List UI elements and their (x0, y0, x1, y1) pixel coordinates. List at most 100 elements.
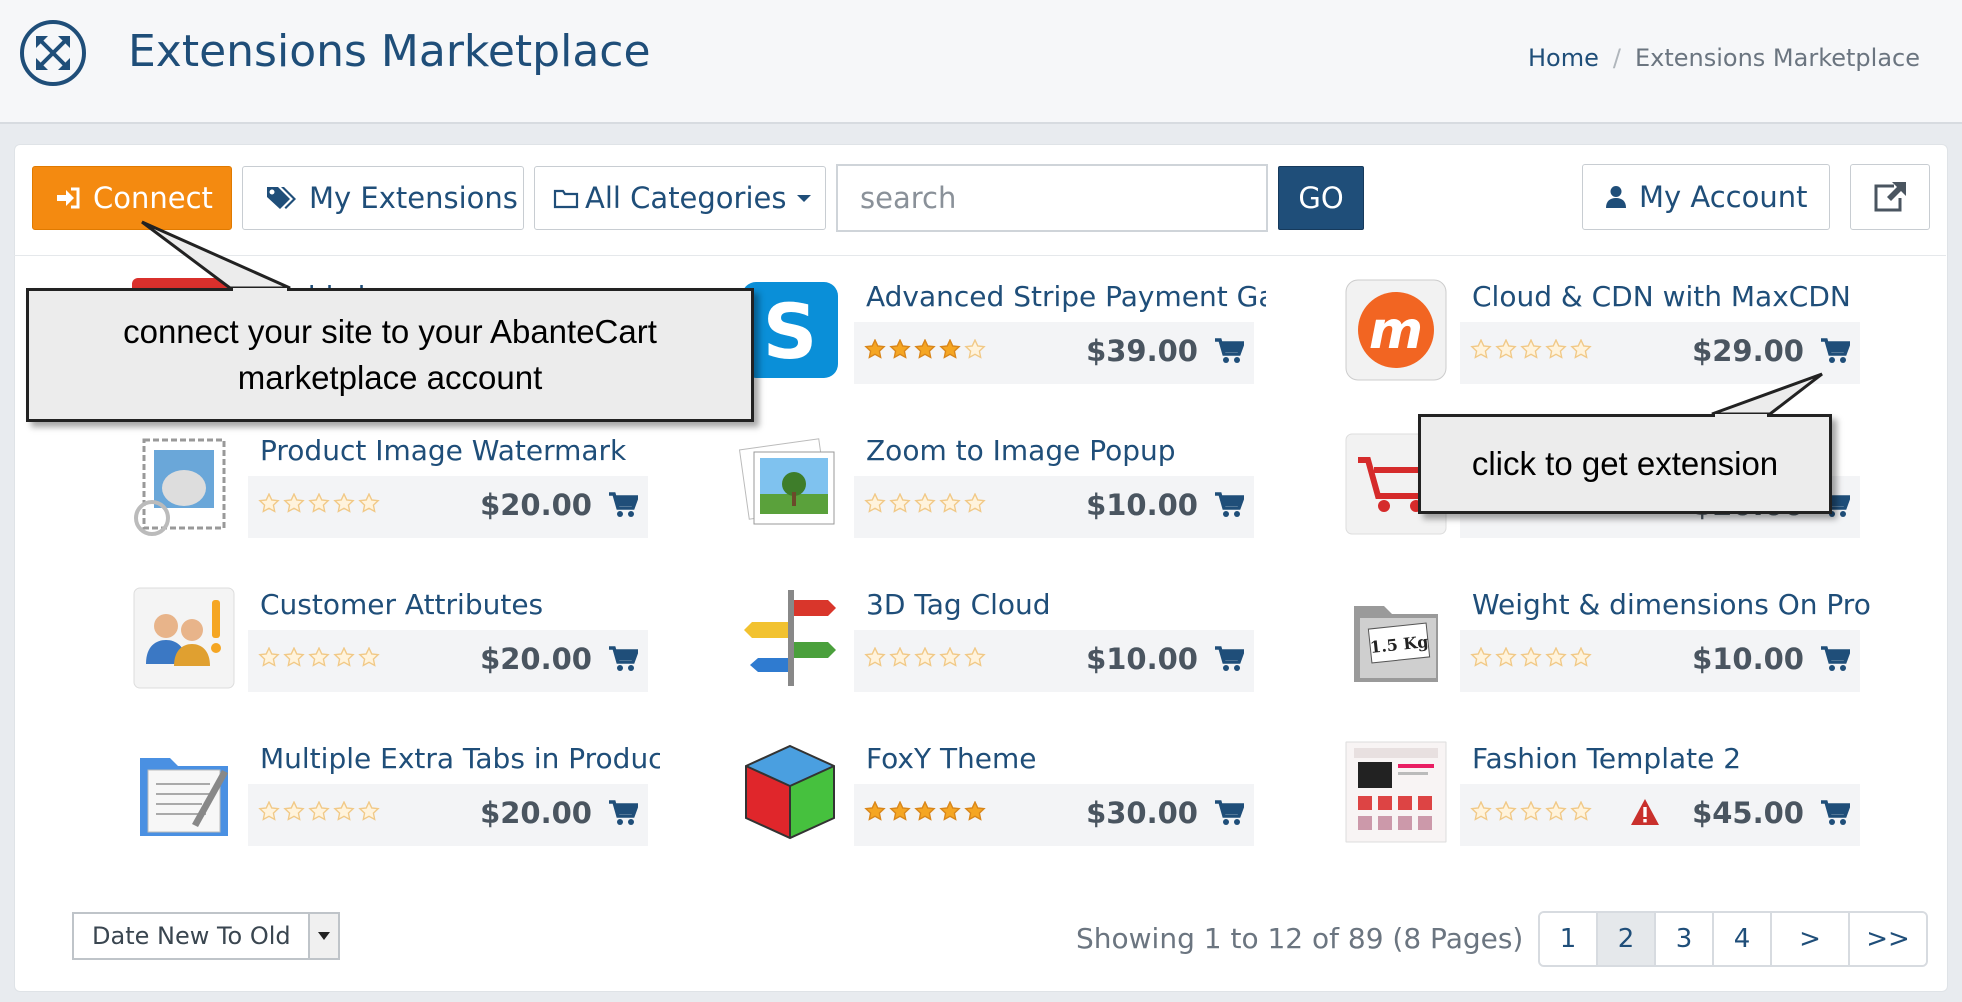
watermark-stamp-icon[interactable] (132, 432, 236, 536)
rating-star-icon (308, 801, 330, 821)
breadcrumb-home-link[interactable]: Home (1528, 44, 1599, 72)
rating-star-icon (1520, 647, 1542, 667)
rating-star-icon (1470, 801, 1492, 821)
my-account-label: My Account (1639, 180, 1808, 214)
extension-title[interactable]: 3D Tag Cloud (866, 588, 1266, 621)
extension-card[interactable]: 1.5 Kg Weight & dimensions On Product $10.… (1344, 586, 1872, 696)
external-link-button[interactable] (1850, 164, 1930, 230)
shopping-cart-icon[interactable] (1214, 492, 1246, 522)
rating-star-icon (258, 647, 280, 667)
rating-star-icon (889, 801, 911, 821)
search-input[interactable] (836, 164, 1268, 232)
extension-card[interactable]: 3D Tag Cloud $10.00 (738, 586, 1258, 696)
fashion-template-icon[interactable] (1344, 740, 1448, 844)
extension-card[interactable]: Product Image Watermark $20.00 (132, 432, 652, 542)
extension-price-bar: $45.00 (1460, 784, 1860, 846)
rating-stars (864, 801, 986, 821)
rating-star-icon (1570, 339, 1592, 359)
rating-star-icon (889, 647, 911, 667)
rating-star-icon (308, 493, 330, 513)
shopping-cart-icon[interactable] (608, 492, 640, 522)
extension-price: $10.00 (1086, 642, 1198, 676)
extension-title[interactable]: FoxY Theme (866, 742, 1266, 775)
sort-select[interactable]: Date New To Old (72, 912, 340, 960)
warning-icon (1630, 798, 1660, 830)
extension-title[interactable]: Zoom to Image Popup (866, 434, 1266, 467)
page-link[interactable]: 2 (1598, 913, 1656, 965)
breadcrumb-current: Extensions Marketplace (1634, 44, 1920, 72)
shopping-cart-icon[interactable] (608, 646, 640, 676)
expand-arrows-icon (20, 20, 86, 86)
extension-card[interactable]: Fashion Template 2 $45.00 (1344, 740, 1864, 850)
rating-star-icon (939, 339, 961, 359)
extension-price: $39.00 (1086, 334, 1198, 368)
shopping-cart-icon[interactable] (1820, 338, 1852, 368)
extension-price: $30.00 (1086, 796, 1198, 830)
page-link[interactable]: 4 (1714, 913, 1772, 965)
maxcdn-icon[interactable]: m (1344, 278, 1448, 382)
rating-star-icon (258, 493, 280, 513)
rating-star-icon (333, 493, 355, 513)
svg-text:S: S (763, 287, 818, 376)
rating-star-icon (864, 647, 886, 667)
extension-card[interactable]: Customer Attributes $20.00 (132, 586, 652, 696)
categories-dropdown[interactable]: All Categories (534, 166, 826, 230)
page-link[interactable]: >> (1850, 913, 1926, 965)
rating-star-icon (283, 493, 305, 513)
extension-title[interactable]: Customer Attributes (260, 588, 660, 621)
page-link[interactable]: 1 (1540, 913, 1598, 965)
rating-star-icon (308, 647, 330, 667)
extension-title[interactable]: Fashion Template 2 (1472, 742, 1872, 775)
page-link[interactable]: 3 (1656, 913, 1714, 965)
extension-price: $20.00 (480, 796, 592, 830)
page-header: Extensions Marketplace Home / Extensions M… (0, 0, 1962, 124)
rating-star-icon (889, 339, 911, 359)
signpost-icon[interactable] (738, 586, 842, 690)
cube-icon[interactable] (738, 740, 842, 844)
extension-card[interactable]: Zoom to Image Popup $10.00 (738, 432, 1258, 542)
user-icon (1606, 186, 1626, 208)
rating-star-icon (333, 647, 355, 667)
breadcrumb-separator: / (1612, 44, 1621, 72)
shopping-cart-icon[interactable] (1214, 338, 1246, 368)
customer-attributes-icon[interactable] (132, 586, 236, 690)
extension-title[interactable]: Multiple Extra Tabs in Product (260, 742, 660, 775)
extension-card[interactable]: FoxY Theme $30.00 (738, 740, 1258, 850)
shopping-cart-icon[interactable] (608, 800, 640, 830)
rating-star-icon (889, 493, 911, 513)
folder-tabs-icon[interactable] (132, 740, 236, 844)
extension-title[interactable]: Advanced Stripe Payment Gateway (866, 280, 1266, 313)
rating-stars (864, 339, 986, 359)
my-extensions-button[interactable]: My Extensions (242, 166, 524, 230)
shopping-cart-icon[interactable] (1214, 800, 1246, 830)
rating-star-icon (1495, 801, 1517, 821)
caret-down-icon (796, 194, 811, 202)
rating-star-icon (864, 339, 886, 359)
connect-callout: connect your site to your AbanteCart mar… (26, 288, 754, 422)
connect-button[interactable]: Connect (32, 166, 232, 230)
shopping-cart-icon[interactable] (1820, 646, 1852, 676)
extension-price-bar: $20.00 (248, 476, 648, 538)
rating-stars (1470, 647, 1592, 667)
select-arrow-icon (308, 914, 338, 958)
extension-title[interactable]: Product Image Watermark (260, 434, 660, 467)
shopping-cart-icon[interactable] (1214, 646, 1246, 676)
go-button[interactable]: GO (1278, 166, 1364, 230)
my-account-button[interactable]: My Account (1582, 164, 1830, 230)
shopping-cart-icon[interactable] (1820, 800, 1852, 830)
zoom-photo-icon[interactable] (738, 432, 842, 536)
rating-star-icon (914, 647, 936, 667)
rating-star-icon (914, 493, 936, 513)
extension-card[interactable]: S Advanced Stripe Payment Gateway $39.00 (738, 278, 1266, 388)
page-title: Extensions Marketplace (128, 26, 651, 77)
page-link[interactable]: > (1772, 913, 1850, 965)
extension-title[interactable]: Weight & dimensions On Product (1472, 588, 1872, 621)
extension-title[interactable]: Cloud & CDN with MaxCDN (1472, 280, 1872, 313)
extension-price: $10.00 (1692, 642, 1804, 676)
extension-card[interactable]: Multiple Extra Tabs in Product $20.00 (132, 740, 660, 850)
weight-folder-icon[interactable]: 1.5 Kg (1344, 586, 1448, 690)
extension-card[interactable]: m Cloud & CDN with MaxCDN $29.00 (1344, 278, 1864, 388)
rating-star-icon (283, 801, 305, 821)
rating-star-icon (258, 801, 280, 821)
external-link-icon (1874, 182, 1906, 212)
